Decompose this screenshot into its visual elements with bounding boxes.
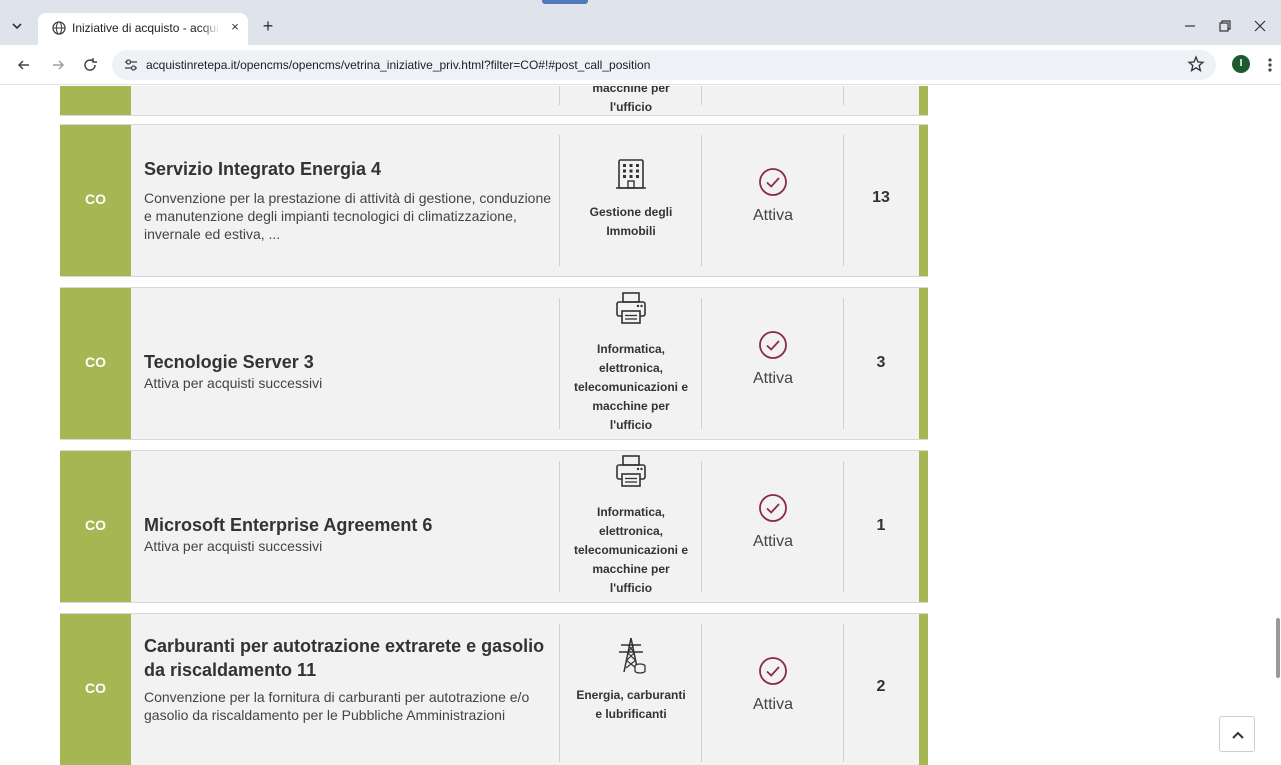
status-label: Attiva	[752, 533, 793, 550]
initiative-card[interactable]: CO Microsoft Enterprise Agreement 6 Atti…	[60, 450, 928, 603]
category-label-line: elettronica,	[598, 361, 664, 375]
new-tab-button[interactable]: +	[258, 16, 278, 36]
tab-strip-indicator	[542, 0, 588, 4]
back-arrow-icon[interactable]	[14, 55, 34, 75]
tab-title: Iniziative di acquisto - acquistinretepa	[72, 21, 220, 35]
initiative-type-code: CO	[85, 680, 106, 696]
category-label-line: e lubrificanti	[595, 707, 667, 721]
card-right-strip	[919, 614, 928, 765]
bookmark-star-icon[interactable]	[1186, 55, 1206, 75]
url-path: /opencms/opencms/vetrina_iniziative_priv…	[236, 58, 651, 72]
kebab-menu-icon[interactable]	[1264, 55, 1276, 75]
printer-icon	[613, 290, 649, 326]
tab-close-icon[interactable]: ×	[226, 18, 244, 36]
profile-avatar[interactable]: I	[1232, 55, 1250, 73]
category-cell: Informatica, elettronica, telecomunicazi…	[560, 290, 702, 435]
category-label-line: telecomunicazioni e	[573, 543, 689, 557]
initiative-type-code: CO	[85, 354, 106, 370]
initiative-type-code: CO	[85, 517, 106, 533]
minimize-icon[interactable]	[1180, 16, 1200, 36]
check-circle-icon	[758, 330, 788, 360]
category-label-line: elettronica,	[598, 524, 664, 538]
tab-strip: Iniziative di acquisto - acquistinretepa…	[0, 0, 1281, 45]
card-code-strip: CO	[60, 125, 131, 276]
category-cell: Gestione degli Immobili	[560, 157, 702, 241]
initiative-count: 2	[876, 678, 886, 695]
category-label-line: Informatica,	[596, 342, 665, 356]
category-label-line: telecomunicazioni e	[573, 380, 689, 394]
status-cell: Attiva	[702, 330, 844, 388]
card-code-strip: CO	[60, 614, 131, 765]
browser-toolbar: acquistinretepa.it/opencms/opencms/vetri…	[0, 45, 1281, 85]
building-icon	[613, 157, 649, 193]
back-to-top-button[interactable]	[1219, 716, 1255, 752]
category-label-line: Energia, carburanti	[576, 688, 686, 702]
card-right-strip	[919, 451, 928, 602]
check-circle-icon	[758, 656, 788, 686]
category-label-line: l'ufficio	[609, 581, 653, 595]
category-cell: macchine per l'ufficio	[560, 86, 702, 117]
initiative-card[interactable]: CO Servizio Integrato Energia 4 Convenzi…	[60, 124, 928, 277]
category-label-line: Informatica,	[596, 505, 665, 519]
initiative-title[interactable]: Servizio Integrato Energia 4	[144, 157, 554, 181]
category-label-line: Gestione degli	[589, 205, 673, 219]
initiative-card[interactable]: CO Carburanti per autotrazione extrarete…	[60, 613, 928, 765]
status-label: Attiva	[752, 207, 793, 224]
card-code-strip	[60, 86, 131, 115]
globe-icon	[52, 21, 66, 35]
forward-arrow-icon[interactable]	[48, 55, 68, 75]
tab-list-icon[interactable]	[8, 17, 26, 35]
status-cell: Attiva	[702, 656, 844, 714]
initiative-description: Convenzione per la fornitura di carburan…	[144, 689, 530, 723]
initiative-description: Convenzione per la prestazione di attivi…	[144, 190, 552, 242]
initiative-count: 13	[872, 189, 890, 206]
status-cell: Attiva	[702, 493, 844, 551]
column-divider	[843, 86, 844, 105]
check-circle-icon	[758, 167, 788, 197]
check-circle-icon	[758, 493, 788, 523]
reload-icon[interactable]	[80, 55, 100, 75]
initiative-title[interactable]: Tecnologie Server 3	[144, 350, 554, 374]
power-pylon-icon	[613, 636, 649, 676]
initiative-card[interactable]: CO Tecnologie Server 3 Attiva per acquis…	[60, 287, 928, 440]
url-host: acquistinretepa.it	[146, 58, 237, 72]
status-cell: Attiva	[702, 167, 844, 225]
url-text: acquistinretepa.it/opencms/opencms/vetri…	[146, 58, 650, 72]
printer-icon	[613, 453, 649, 489]
scrollbar-thumb[interactable]	[1276, 618, 1280, 678]
card-code-strip: CO	[60, 451, 131, 602]
initiative-count: 1	[876, 517, 886, 534]
initiative-title[interactable]: Microsoft Enterprise Agreement 6	[144, 513, 554, 537]
site-settings-icon[interactable]	[124, 58, 138, 72]
browser-tab[interactable]: Iniziative di acquisto - acquistinretepa…	[38, 13, 248, 45]
initiative-card-partial[interactable]: macchine per l'ufficio	[60, 86, 928, 116]
card-right-strip	[919, 86, 928, 115]
category-cell: Informatica, elettronica, telecomunicazi…	[560, 453, 702, 598]
category-label-line: l'ufficio	[609, 418, 653, 432]
category-label-line: macchine per	[592, 86, 670, 95]
initiative-title[interactable]: Carburanti per autotrazione extrarete e …	[144, 634, 554, 682]
category-cell: Energia, carburanti e lubrificanti	[560, 636, 702, 724]
initiative-type-code: CO	[85, 191, 106, 207]
status-label: Attiva	[752, 696, 793, 713]
card-right-strip	[919, 125, 928, 276]
initiative-description: Attiva per acquisti successivi	[144, 375, 323, 391]
page-viewport: macchine per l'ufficio CO Servizio Integ…	[0, 86, 1281, 765]
category-label-line: Immobili	[606, 224, 656, 238]
category-label-line: macchine per	[592, 399, 670, 413]
category-label-line: l'ufficio	[609, 100, 653, 114]
close-window-icon[interactable]	[1250, 16, 1270, 36]
address-bar[interactable]: acquistinretepa.it/opencms/opencms/vetri…	[112, 50, 1216, 80]
status-label: Attiva	[752, 370, 793, 387]
restore-icon[interactable]	[1214, 16, 1234, 36]
initiative-description: Attiva per acquisti successivi	[144, 538, 323, 554]
card-code-strip: CO	[60, 288, 131, 439]
category-label-line: macchine per	[592, 562, 670, 576]
card-right-strip	[919, 288, 928, 439]
initiative-count: 3	[876, 354, 886, 371]
